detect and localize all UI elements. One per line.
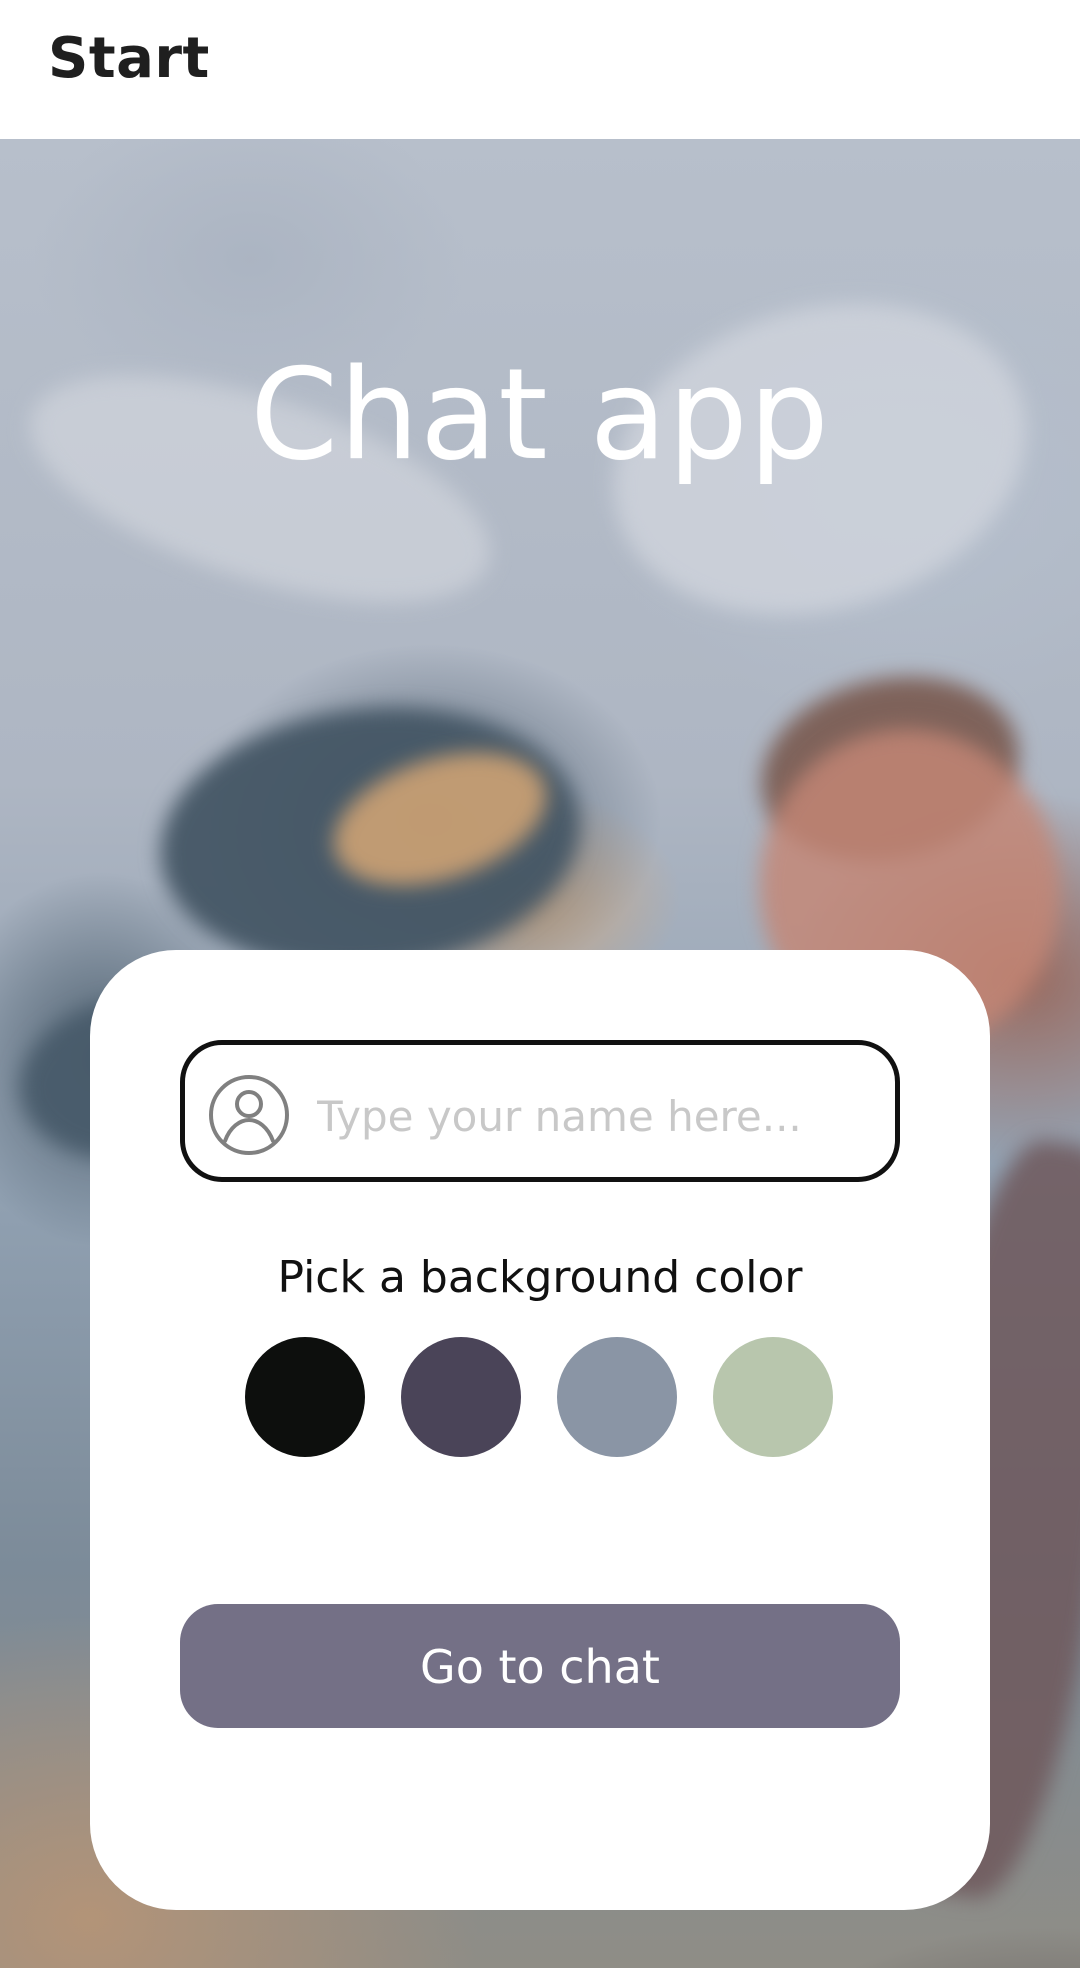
screen-title: Start: [48, 26, 210, 91]
color-swatch-purple[interactable]: [401, 1337, 521, 1457]
color-picker: [245, 1337, 835, 1459]
top-app-bar: Start: [0, 0, 1080, 139]
start-card: Pick a background color Go to chat: [90, 950, 990, 1910]
color-swatch-black[interactable]: [245, 1337, 365, 1457]
name-input[interactable]: [315, 1073, 879, 1159]
background-color-label: Pick a background color: [277, 1252, 803, 1303]
color-swatch-green[interactable]: [713, 1337, 833, 1457]
chat-start-screen: Start Chat app Pick a background color: [0, 0, 1080, 1968]
name-input-container[interactable]: [180, 1040, 900, 1182]
go-to-chat-button[interactable]: Go to chat: [180, 1604, 900, 1728]
person-icon: [209, 1075, 289, 1155]
app-title: Chat app: [250, 341, 830, 488]
color-swatch-gray-blue[interactable]: [557, 1337, 677, 1457]
